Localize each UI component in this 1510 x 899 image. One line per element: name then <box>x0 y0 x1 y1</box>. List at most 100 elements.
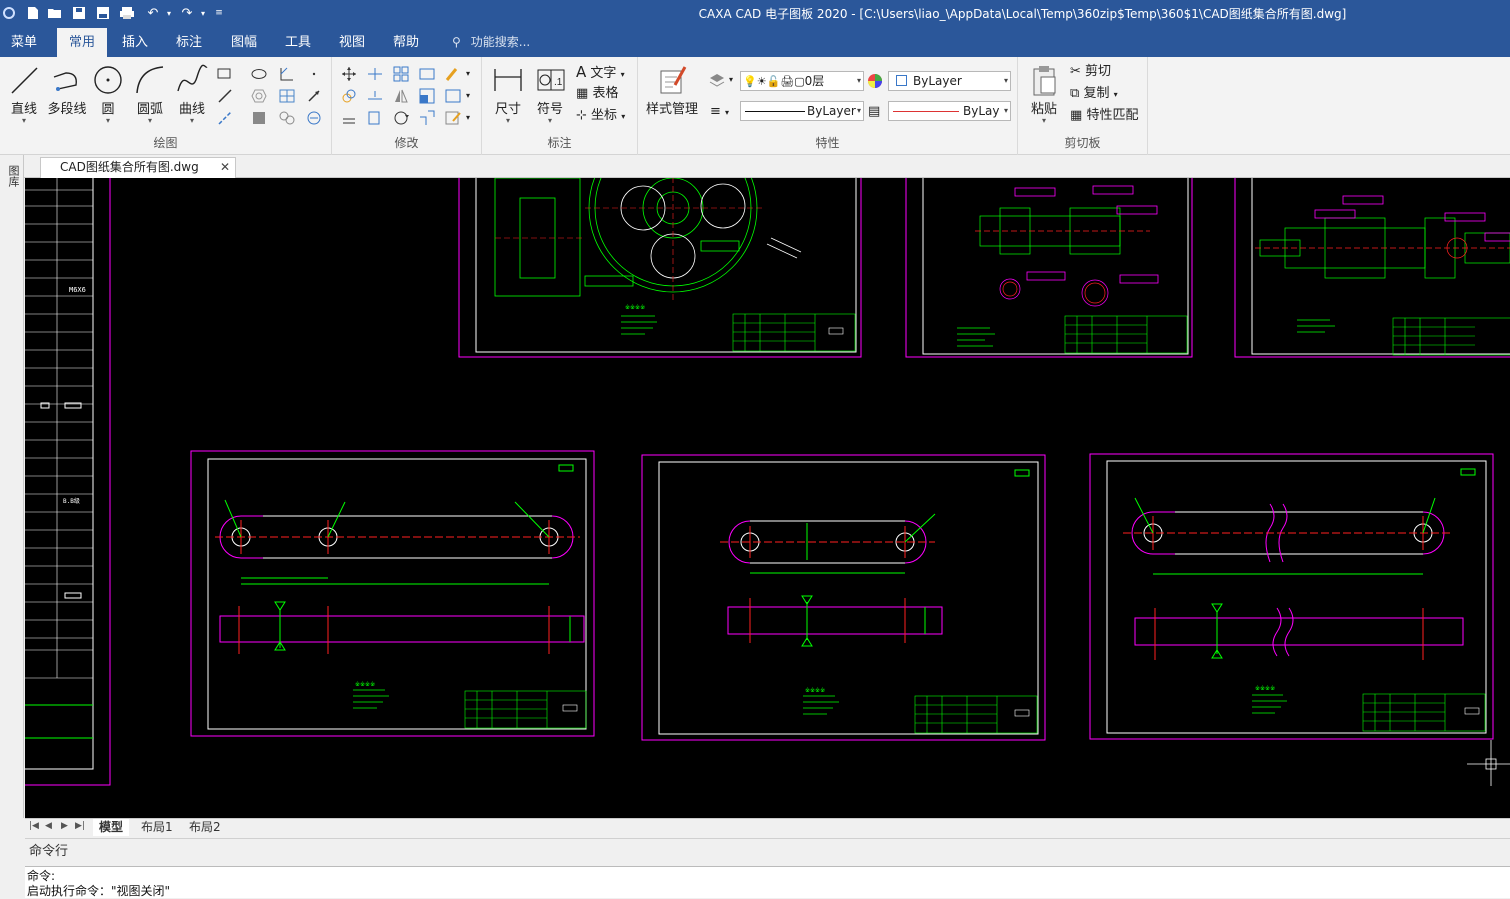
extend-icon[interactable] <box>366 87 384 105</box>
stretch-icon[interactable] <box>366 109 384 127</box>
arc-button[interactable]: 圆弧 ▾ <box>130 61 170 127</box>
centerline-icon[interactable] <box>216 109 234 127</box>
offset-icon[interactable] <box>340 109 358 127</box>
paste-button[interactable]: 粘贴 ▾ <box>1024 61 1064 127</box>
scale-icon[interactable] <box>418 87 436 105</box>
coordinate-label: 坐标 <box>591 108 618 123</box>
tab-insert[interactable]: 插入 <box>112 28 158 57</box>
explode-icon[interactable] <box>444 87 462 105</box>
coordinate-button[interactable]: ⊹ 坐标 ▾ <box>576 107 625 125</box>
point-icon[interactable] <box>305 65 323 83</box>
color-wheel-icon[interactable] <box>866 72 884 90</box>
tab-tools[interactable]: 工具 <box>275 28 321 57</box>
style-manager-label: 样式管理 <box>646 102 699 117</box>
svg-text:.1: .1 <box>554 77 563 88</box>
lineweight-icon[interactable]: ▤ <box>868 103 880 121</box>
tab-home[interactable]: 常用 <box>57 28 107 57</box>
line-button[interactable]: 直线 ▾ <box>4 61 44 127</box>
layer-state-icons: 💡☀🔓🖨▢ <box>743 75 805 88</box>
library-panel-tab[interactable]: 图库 <box>5 165 20 187</box>
hatch-icon[interactable] <box>278 109 296 127</box>
tab-sheet[interactable]: 图幅 <box>221 28 267 57</box>
brush-icon[interactable] <box>444 65 462 83</box>
svg-text:※※※※: ※※※※ <box>625 304 645 311</box>
feature-search-placeholder: 功能搜索... <box>470 35 531 49</box>
ellipse-icon[interactable] <box>250 65 268 83</box>
command-line-2: 启动执行命令："视图关闭" <box>27 884 171 898</box>
curve-button[interactable]: 曲线 ▾ <box>172 61 212 127</box>
hatch-line-icon[interactable] <box>216 87 234 105</box>
sheet-shaft-assembly <box>905 178 1193 358</box>
command-line-output[interactable]: 命令: 启动执行命令："视图关闭" <box>25 866 1510 898</box>
break-icon[interactable] <box>418 65 436 83</box>
modify-more2-dropdown-icon[interactable]: ▾ <box>466 87 470 105</box>
document-tab[interactable]: CAD图纸集合所有图.dwg ✕ <box>40 157 236 178</box>
table-button[interactable]: ▦ 表格 <box>576 85 618 103</box>
modify-more-dropdown-icon[interactable]: ▾ <box>466 65 470 83</box>
fill-icon[interactable] <box>250 109 268 127</box>
color-swatch-icon <box>896 75 907 86</box>
rotate-icon[interactable] <box>392 109 410 127</box>
rectangle-icon[interactable] <box>216 65 234 83</box>
copy-object-icon[interactable] <box>340 87 358 105</box>
prev-layout-icon[interactable]: ◀ <box>45 821 52 831</box>
chamfer-icon[interactable] <box>418 109 436 127</box>
trim-icon[interactable] <box>366 65 384 83</box>
canvas-label-m6x6: M6X6 <box>69 286 86 294</box>
polyline-icon <box>53 72 77 91</box>
tab-view[interactable]: 视图 <box>329 28 375 57</box>
style-manager-button[interactable]: 样式管理 <box>646 61 698 127</box>
lineweight-menu-icon[interactable]: ≡ ▾ <box>710 103 729 121</box>
layer-manager-icon[interactable] <box>708 71 726 89</box>
polygon-icon[interactable] <box>250 87 268 105</box>
circle-label: 圆 <box>101 102 115 117</box>
circle-button[interactable]: 圆 ▾ <box>88 61 128 127</box>
drawing-canvas[interactable]: M6X6 B.B级 ※※※※ ※※※※ ※※※※ ※※※※ <box>25 178 1510 818</box>
tab-menu[interactable]: 菜单 <box>0 28 48 57</box>
linetype-value: ByLayer <box>807 104 856 118</box>
group-clipboard: 粘贴 ▾ ✂ 剪切 ⧉ 复制 ▾ ▦ 特性匹配 剪切板 <box>1018 57 1148 155</box>
pick-icon[interactable] <box>305 87 323 105</box>
array-icon[interactable] <box>392 65 410 83</box>
dimension-button[interactable]: 尺寸 ▾ <box>488 61 528 127</box>
symbol-button[interactable]: .1 符号 ▾ <box>530 61 570 127</box>
svg-text:※※※※: ※※※※ <box>355 681 375 688</box>
modify-more3-dropdown-icon[interactable]: ▾ <box>466 109 470 127</box>
move-icon[interactable] <box>340 65 358 83</box>
first-layout-icon[interactable]: |◀ <box>29 821 39 831</box>
symbol-icon: .1 <box>537 69 565 91</box>
last-layout-icon[interactable]: ▶| <box>75 821 85 831</box>
layout-tab-model[interactable]: 模型 <box>93 819 130 836</box>
cloud-icon[interactable] <box>305 109 323 127</box>
tab-help[interactable]: 帮助 <box>383 28 429 57</box>
layer-select[interactable]: 💡☀🔓🖨▢0层 ▾ <box>740 71 864 91</box>
close-tab-icon[interactable]: ✕ <box>220 158 230 177</box>
copy-button[interactable]: ⧉ 复制 ▾ <box>1070 85 1118 103</box>
corner-icon[interactable] <box>278 65 296 83</box>
drawing-svg: M6X6 B.B级 ※※※※ ※※※※ ※※※※ ※※※※ <box>25 178 1510 786</box>
text-button[interactable]: A 文字 ▾ <box>576 63 625 81</box>
paste-label: 粘贴 <box>1030 102 1057 117</box>
tab-annotate[interactable]: 标注 <box>166 28 212 57</box>
color-select[interactable]: ByLayer ▾ <box>888 71 1011 91</box>
layout-tab-1[interactable]: 布局1 <box>135 819 179 836</box>
edit-block-icon[interactable] <box>444 109 462 127</box>
layer-manager-dropdown-icon[interactable]: ▾ <box>729 71 733 89</box>
next-layout-icon[interactable]: ▶ <box>61 821 68 831</box>
polyline-label: 多段线 <box>47 102 87 117</box>
lineweight-value: ByLay <box>963 104 1000 118</box>
sheet-link-three-holes: ※※※※ <box>190 450 595 737</box>
group-properties: 样式管理 ▾ 💡☀🔓🖨▢0层 ▾ ByLayer ▾ ≡ ▾ ByLayer ▾ ▤ … <box>638 57 1018 155</box>
table-grid-icon[interactable] <box>278 87 296 105</box>
polyline-button[interactable]: 多段线 <box>46 61 88 127</box>
symbol-label: 符号 <box>536 102 563 117</box>
feature-search-input[interactable]: ⚲ 功能搜索... <box>452 28 530 57</box>
layout-tab-2[interactable]: 布局2 <box>183 819 227 836</box>
group-annotate-label: 标注 <box>547 136 572 150</box>
lineweight-select[interactable]: ByLay ▾ <box>888 101 1011 121</box>
cut-button[interactable]: ✂ 剪切 <box>1070 63 1111 81</box>
mirror-icon[interactable] <box>392 87 410 105</box>
linetype-select[interactable]: ByLayer ▾ <box>740 101 864 121</box>
match-properties-button[interactable]: ▦ 特性匹配 <box>1070 107 1138 125</box>
line-icon <box>11 67 38 94</box>
